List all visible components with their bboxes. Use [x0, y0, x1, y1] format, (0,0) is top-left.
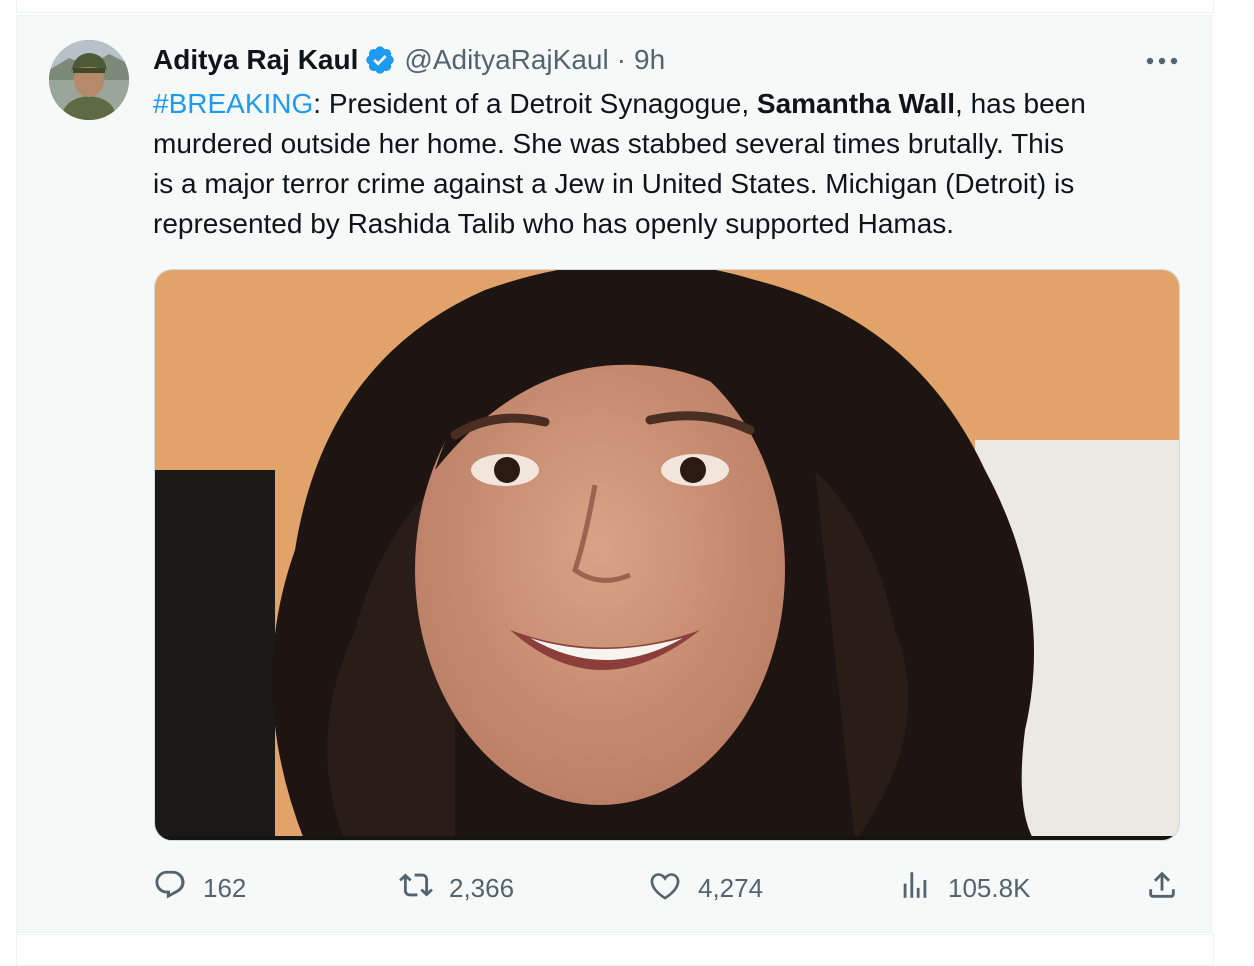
hashtag-link[interactable]: #BREAKING — [153, 88, 313, 119]
more-options-icon[interactable] — [1140, 48, 1184, 74]
display-name[interactable]: Aditya Raj Kaul — [153, 44, 358, 76]
reply-count: 162 — [203, 872, 247, 903]
tweet-actions: 162 2,366 4,274 105.8K — [153, 866, 1187, 910]
retweet-icon — [399, 868, 433, 909]
avatar[interactable] — [49, 40, 129, 120]
tweet-text-bold-name: Samantha Wall — [756, 88, 956, 119]
timestamp[interactable]: 9h — [634, 44, 665, 76]
tweet-text-line-1: #BREAKING: President of a Detroit Synago… — [153, 84, 1193, 124]
verified-badge-icon — [364, 44, 396, 76]
tweet-text-line-3: is a major terror crime against a Jew in… — [153, 168, 1075, 199]
previous-tweet-card — [16, 0, 1214, 13]
heart-icon — [648, 868, 682, 909]
tweet-photo[interactable] — [154, 269, 1180, 841]
tweet-text: #BREAKING: President of a Detroit Synago… — [153, 84, 1193, 244]
retweet-button[interactable]: 2,366 — [399, 866, 514, 910]
views-button[interactable]: 105.8K — [898, 866, 1030, 910]
next-tweet-card — [16, 934, 1214, 966]
share-icon — [1145, 868, 1179, 909]
retweet-count: 2,366 — [449, 872, 515, 903]
user-handle[interactable]: @AdityaRajKaul — [404, 44, 608, 76]
tweet-text-line-2: murdered outside her home. She was stabb… — [153, 128, 1064, 159]
share-button[interactable] — [1145, 866, 1179, 910]
views-count: 105.8K — [948, 872, 1031, 903]
like-button[interactable]: 4,274 — [648, 866, 763, 910]
like-count: 4,274 — [698, 872, 764, 903]
tweet-header: Aditya Raj Kaul @AdityaRajKaul · 9h — [153, 40, 665, 80]
tweet-text-line-4: represented by Rashida Talib who has ope… — [153, 208, 955, 239]
separator-dot: · — [616, 44, 627, 75]
tweet-text-segment: , has been — [955, 88, 1086, 119]
reply-button[interactable]: 162 — [153, 866, 246, 910]
views-chart-icon — [898, 868, 932, 909]
reply-icon — [153, 868, 187, 909]
tweet-text-segment: : President of a Detroit Synagogue, — [313, 88, 757, 119]
